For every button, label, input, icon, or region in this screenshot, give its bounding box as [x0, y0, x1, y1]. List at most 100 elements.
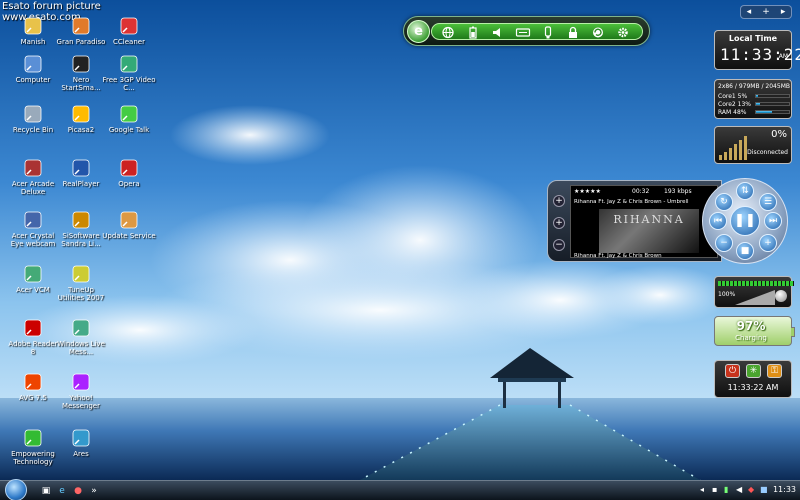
sidebar-add-button[interactable]: + — [762, 6, 770, 18]
ie-icon[interactable]: e — [56, 485, 68, 497]
player-remove-button[interactable]: − — [553, 239, 565, 251]
player-rating[interactable]: ★★★★★ — [574, 188, 601, 195]
keyboard-icon[interactable] — [515, 26, 531, 39]
webcam-icon — [24, 211, 42, 229]
desktop-icon-manish[interactable]: Manish — [6, 16, 60, 46]
media-icon[interactable]: ● — [72, 485, 84, 497]
empowering-technology-icon — [24, 429, 42, 447]
volume-up-icon[interactable]: + — [759, 234, 777, 252]
cpu-meter-gadget[interactable]: 2x86 / 979MB / 2045MB Core1 5% Core2 13%… — [714, 79, 792, 119]
album-art: RIHANNA — [599, 209, 699, 253]
windows-live-messenger-icon — [72, 319, 90, 337]
desktop-icon-ares[interactable]: Ares — [54, 428, 108, 458]
toolbar-logo-button[interactable]: e — [407, 20, 430, 43]
user-folder-icon — [24, 17, 42, 35]
wifi-signal-gadget[interactable]: 0% Disconnected — [714, 126, 792, 164]
desktop-icon-windows-live-messenger[interactable]: Windows Live Mess... — [54, 318, 108, 356]
desktop-icon-avg[interactable]: AVG 7.5 — [6, 372, 60, 402]
desktop-icon-label: Windows Live Mess... — [57, 340, 105, 356]
power-icon[interactable]: ⏻ — [725, 364, 740, 378]
taskbar: ▣ e ● » ◂ ▪ ▮ ◀ ◆ ■ 11:33 — [0, 479, 800, 500]
sidebar-next-button[interactable]: ▸ — [781, 6, 786, 18]
desktop-icon-sidekick[interactable]: SiSoftware Sandra Li... — [54, 210, 108, 248]
desktop-icon-update-service[interactable]: Update Service — [102, 210, 156, 240]
playlist-icon[interactable]: ☰ — [759, 193, 777, 211]
desktop-icon-opera[interactable]: Opera — [102, 158, 156, 188]
tray-security-icon[interactable]: ◆ — [748, 485, 754, 494]
stop-icon[interactable]: ■ — [736, 242, 754, 260]
desktop-icon-gran-paradiso[interactable]: Gran Paradiso — [54, 16, 108, 46]
volume-down-icon[interactable]: − — [715, 234, 733, 252]
adobe-reader-icon — [24, 319, 42, 337]
desktop-icon-acer-vcm[interactable]: Acer VCM — [6, 264, 60, 294]
previous-track-icon[interactable]: ⏮ — [709, 212, 727, 230]
desktop-icon-yahoo-messenger[interactable]: Yahoo! Messenger — [54, 372, 108, 410]
globe-icon[interactable] — [440, 26, 456, 39]
repeat-icon[interactable]: ↻ — [715, 193, 733, 211]
desktop-icon-label: Opera — [118, 180, 140, 188]
start-button[interactable] — [5, 479, 27, 500]
album-art-text: RIHANNA — [613, 213, 685, 226]
tray-battery-icon[interactable]: ▮ — [724, 485, 728, 494]
ccleaner-icon — [120, 17, 138, 35]
player-bitrate: 193 kbps — [664, 188, 692, 195]
player-add-button[interactable]: + — [553, 195, 565, 207]
desktop-icon-free-3gp[interactable]: Free 3GP Video C... — [102, 54, 156, 92]
tray-volume-icon[interactable]: ◀ — [736, 485, 742, 494]
lock-icon[interactable] — [565, 26, 581, 39]
lamp-icon[interactable] — [540, 26, 556, 39]
sidebar-prev-button[interactable]: ◂ — [747, 6, 752, 18]
tray-app-icon[interactable]: ■ — [760, 485, 768, 494]
desktop-icon-label: RealPlayer — [62, 180, 100, 188]
desktop-icon-acer-arcade[interactable]: Acer Arcade Deluxe — [6, 158, 60, 196]
desktop-icon-label: Google Talk — [108, 126, 150, 134]
desktop-icon-recycle-bin[interactable]: Recycle Bin — [6, 104, 60, 134]
clock-gadget[interactable]: Local Time 11:33:22 AM — [714, 30, 800, 70]
desktop-icon-adobe-reader[interactable]: Adobe Reader 8 — [6, 318, 60, 356]
battery-icon[interactable] — [465, 26, 481, 39]
taskbar-clock[interactable]: 11:33 — [773, 485, 796, 494]
desktop-icon-label: Adobe Reader 8 — [8, 340, 58, 356]
desktop-icon-label: Update Service — [102, 232, 156, 240]
tray-expand-icon[interactable]: ◂ — [700, 485, 704, 494]
desktop-icon-label: Nero StartSma... — [61, 76, 101, 92]
lock-key-icon[interactable]: ⚿ — [767, 364, 782, 378]
refresh-icon[interactable] — [590, 26, 606, 39]
tray-network-icon[interactable]: ▪ — [712, 485, 717, 494]
battery-state: Charging — [735, 334, 767, 342]
desktop-icon-google-talk[interactable]: Google Talk — [102, 104, 156, 134]
desktop-icon-nero[interactable]: Nero StartSma... — [54, 54, 108, 92]
speaker-icon[interactable] — [490, 26, 506, 39]
volume-gadget[interactable]: 100% — [714, 276, 794, 308]
volume-percent: 100% — [718, 291, 736, 298]
player-control-wheel: ⇅ ⏮ ⏭ ↻ ☰ − + ■ ❚❚ — [702, 178, 788, 264]
desktop-icon-label: AVG 7.5 — [19, 394, 47, 402]
nero-icon — [72, 55, 90, 73]
player-add-button-2[interactable]: + — [553, 217, 565, 229]
desktop-icon-label: Manish — [20, 38, 46, 46]
next-track-icon[interactable]: ⏭ — [764, 212, 782, 230]
shuffle-icon[interactable]: ⇅ — [736, 182, 754, 200]
pause-icon[interactable]: ❚❚ — [730, 206, 760, 236]
cpu-row-core2-bar — [755, 102, 790, 106]
ares-icon — [72, 429, 90, 447]
desktop-icon-label: SiSoftware Sandra Li... — [61, 232, 101, 248]
restart-icon[interactable]: ✳ — [746, 364, 761, 378]
desktop-icon-acer-crystal-eye[interactable]: Acer Crystal Eye webcam — [6, 210, 60, 248]
overflow-icon[interactable]: » — [88, 485, 100, 497]
show-desktop-icon[interactable]: ▣ — [40, 485, 52, 497]
desktop-icon-label: Recycle Bin — [12, 126, 54, 134]
gear-icon[interactable] — [615, 26, 631, 39]
desktop-icon-empowering-technology[interactable]: Empowering Technology — [6, 428, 60, 466]
desktop-icon-picasa[interactable]: Picasa2 — [54, 104, 108, 134]
volume-knob-icon[interactable] — [775, 290, 787, 302]
yahoo-messenger-icon — [72, 373, 90, 391]
player-display: ★★★★★ 00:32 193 kbps Rihanna Ft. Jay Z &… — [570, 185, 718, 259]
cpu-row-core2-fill — [756, 103, 761, 105]
volume-meter — [718, 281, 794, 286]
desktop-icon-tuneup[interactable]: TuneUp Utilities 2007 — [54, 264, 108, 302]
desktop-icon-ccleaner[interactable]: CCleaner — [102, 16, 156, 46]
desktop-icon-realplayer[interactable]: RealPlayer — [54, 158, 108, 188]
battery-gadget[interactable]: 97% Charging — [714, 316, 795, 346]
desktop-icon-computer[interactable]: Computer — [6, 54, 60, 84]
